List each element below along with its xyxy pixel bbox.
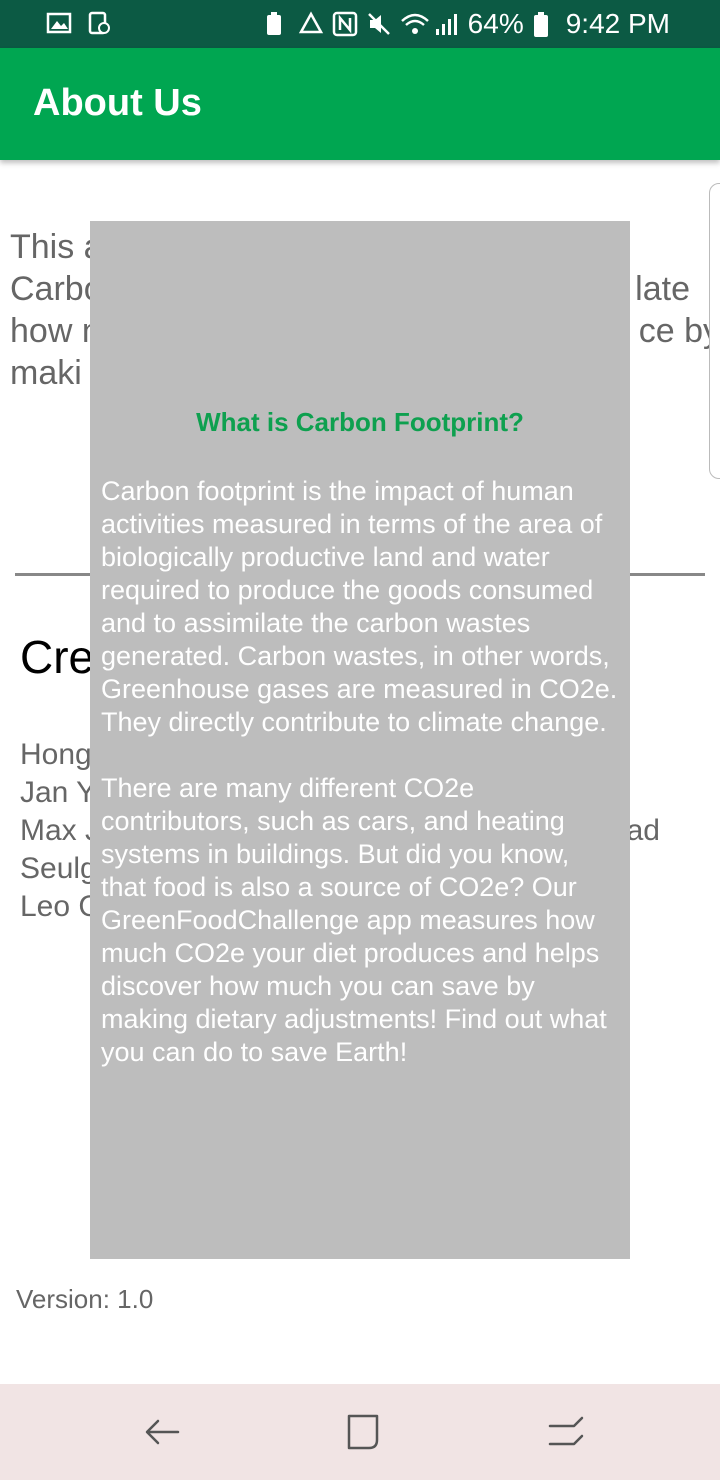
version-label: Version: 1.0 (16, 1284, 154, 1314)
screenshot-icon (86, 10, 112, 36)
popup-title: What is Carbon Footprint? (196, 407, 524, 437)
popup-body: Carbon footprint is the impact of human … (101, 476, 618, 1067)
intro-line: Carbo (10, 270, 103, 308)
battery-icon (532, 11, 558, 37)
carbon-footprint-popup[interactable]: What is Carbon Footprint? Carbon footpri… (90, 221, 630, 1259)
status-bar: 64% 9:42 PM (0, 0, 720, 48)
credit-name-right: ad (626, 814, 660, 847)
intro-line: This a (10, 228, 103, 266)
app-bar: About Us (0, 48, 720, 160)
battery-percent: 64% (467, 8, 524, 39)
clock: 9:42 PM (565, 8, 670, 39)
battery-saver-icon (264, 11, 290, 37)
intro-line: how n (10, 312, 101, 350)
credit-name: Max J (20, 814, 101, 847)
credits-heading: Cre (20, 631, 95, 683)
scroll-indicator[interactable] (709, 183, 720, 479)
signal-icon (434, 11, 460, 37)
back-icon[interactable] (142, 1412, 182, 1452)
home-switch-icon[interactable] (546, 1412, 586, 1452)
mute-icon (366, 11, 392, 37)
intro-line-right: ce by (638, 312, 720, 350)
navigation-bar (0, 1384, 720, 1480)
image-icon (46, 10, 72, 36)
recents-icon[interactable] (343, 1412, 383, 1452)
page-title: About Us (33, 82, 202, 124)
intro-line-right: late (635, 270, 690, 308)
recycle-icon (298, 11, 324, 37)
nfc-icon (332, 11, 358, 37)
wifi-icon (400, 11, 429, 37)
intro-line: maki (10, 354, 82, 392)
